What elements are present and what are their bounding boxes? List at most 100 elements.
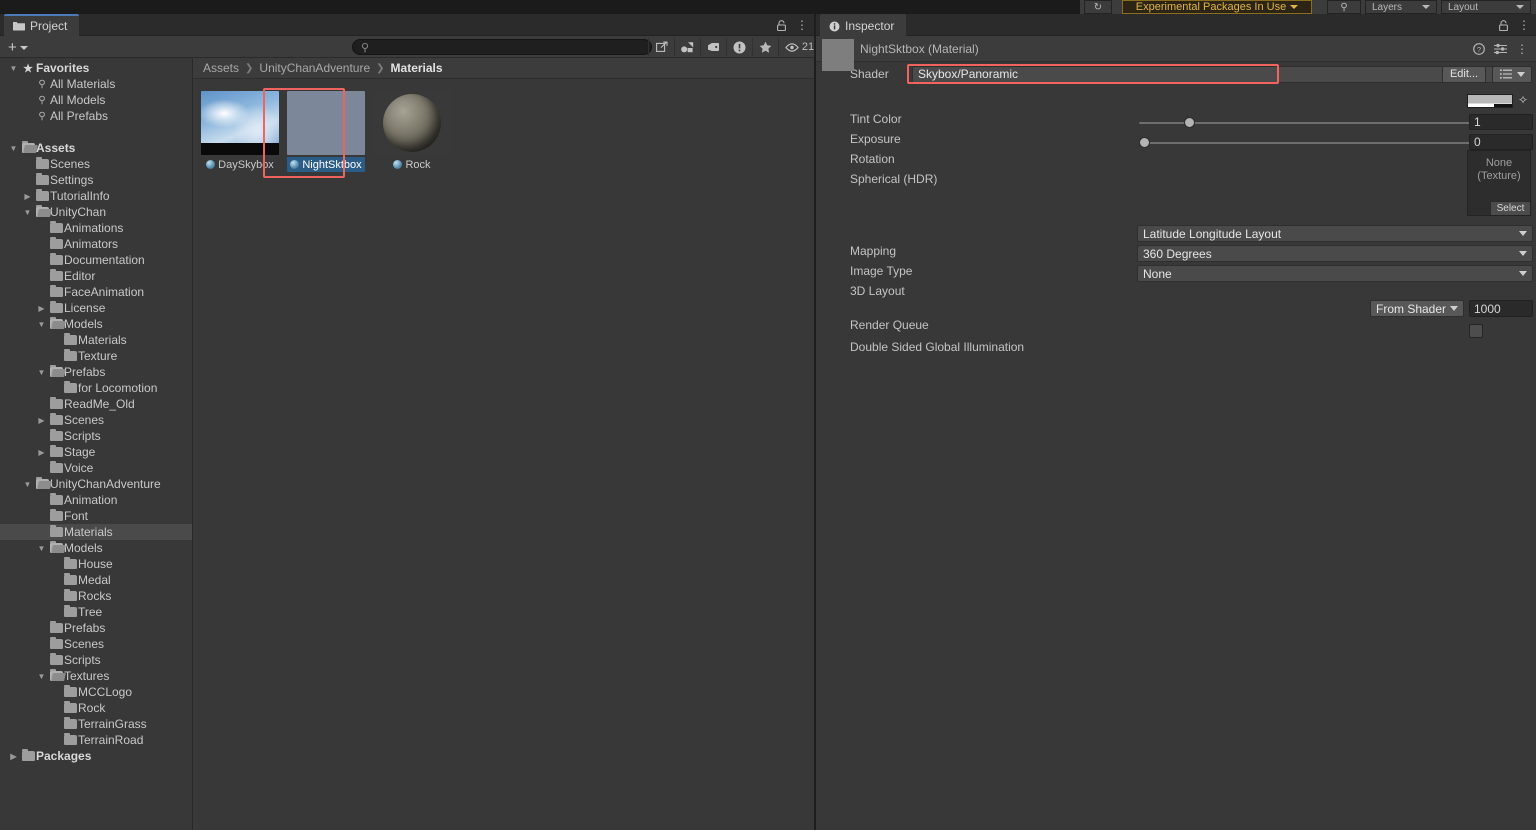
dependencies-icon[interactable] bbox=[674, 38, 700, 56]
chevron-right-icon[interactable] bbox=[35, 416, 48, 425]
shader-edit-button[interactable]: Edit... bbox=[1442, 66, 1486, 83]
tree-item-packages[interactable]: Packages bbox=[0, 748, 192, 764]
mapping-dropdown[interactable]: Latitude Longitude Layout bbox=[1137, 225, 1533, 242]
tree-item-font[interactable]: Font bbox=[0, 508, 192, 524]
open-in-window-icon[interactable] bbox=[648, 38, 674, 56]
rotation-slider-knob[interactable] bbox=[1139, 137, 1150, 148]
tree-item-texture[interactable]: Texture bbox=[0, 348, 192, 364]
tree-item-favorites[interactable]: ★Favorites bbox=[0, 60, 192, 76]
rotation-value-field[interactable]: 0 bbox=[1469, 134, 1533, 150]
tab-inspector[interactable]: Inspector bbox=[820, 14, 906, 36]
tree-item-animation[interactable]: Animation bbox=[0, 492, 192, 508]
warning-icon[interactable] bbox=[726, 38, 752, 56]
exposure-slider-knob[interactable] bbox=[1184, 117, 1195, 128]
asset-grid[interactable]: DaySkyboxNightSktboxRock bbox=[201, 86, 451, 172]
tree-item-scenes[interactable]: Scenes bbox=[0, 412, 192, 428]
tree-item-scripts[interactable]: Scripts bbox=[0, 652, 192, 668]
tree-item-models[interactable]: Models bbox=[0, 540, 192, 556]
tree-item-materials[interactable]: Materials bbox=[0, 524, 192, 540]
layout-dropdown[interactable]: Layout bbox=[1441, 0, 1531, 14]
layout-3d-dropdown[interactable]: None bbox=[1137, 265, 1533, 282]
chevron-right-icon[interactable] bbox=[35, 448, 48, 457]
chevron-down-icon[interactable] bbox=[35, 320, 48, 329]
tree-item-prefabs[interactable]: Prefabs bbox=[0, 620, 192, 636]
exposure-value-field[interactable]: 1 bbox=[1469, 114, 1533, 130]
tree-item-scenes[interactable]: Scenes bbox=[0, 156, 192, 172]
chevron-down-icon[interactable] bbox=[35, 672, 48, 681]
tree-item-settings[interactable]: Settings bbox=[0, 172, 192, 188]
kebab-menu-icon[interactable]: ⋮ bbox=[1516, 42, 1528, 56]
asset-item-nightsktbox[interactable]: NightSktbox bbox=[287, 86, 365, 172]
breadcrumb-item-unitychanadventure[interactable]: UnityChanAdventure bbox=[259, 61, 370, 75]
chevron-down-icon[interactable] bbox=[21, 480, 34, 489]
history-icon[interactable]: ↻ bbox=[1084, 0, 1112, 14]
tree-item-all-models[interactable]: ⚲All Models bbox=[0, 92, 192, 108]
tint-color-swatch[interactable] bbox=[1467, 94, 1513, 108]
chevron-right-icon[interactable] bbox=[21, 192, 34, 201]
tree-item-documentation[interactable]: Documentation bbox=[0, 252, 192, 268]
tree-item-stage[interactable]: Stage bbox=[0, 444, 192, 460]
project-folder-tree[interactable]: ★Favorites⚲All Materials⚲All Models⚲All … bbox=[0, 58, 193, 830]
create-asset-button[interactable]: + bbox=[8, 39, 28, 56]
lock-icon[interactable] bbox=[1499, 20, 1508, 31]
tree-item-tree[interactable]: Tree bbox=[0, 604, 192, 620]
tree-item-terrainroad[interactable]: TerrainRoad bbox=[0, 732, 192, 748]
chevron-down-icon[interactable] bbox=[21, 208, 34, 217]
preset-icon[interactable] bbox=[1494, 43, 1507, 55]
tree-item-rocks[interactable]: Rocks bbox=[0, 588, 192, 604]
breadcrumb-item-assets[interactable]: Assets bbox=[203, 61, 239, 75]
tree-item-prefabs[interactable]: Prefabs bbox=[0, 364, 192, 380]
asset-item-dayskybox[interactable]: DaySkybox bbox=[201, 86, 279, 172]
search-input[interactable]: ⚲ bbox=[352, 39, 652, 55]
exposure-slider[interactable] bbox=[1139, 113, 1499, 133]
tree-item-scripts[interactable]: Scripts bbox=[0, 428, 192, 444]
breadcrumb[interactable]: Assets❯UnityChanAdventure❯Materials bbox=[193, 58, 814, 79]
kebab-menu-icon[interactable]: ⋮ bbox=[796, 18, 808, 32]
tree-item-models[interactable]: Models bbox=[0, 316, 192, 332]
chevron-down-icon[interactable] bbox=[35, 368, 48, 377]
search-icon[interactable]: ⚲ bbox=[1327, 0, 1361, 14]
tree-item-terraingrass[interactable]: TerrainGrass bbox=[0, 716, 192, 732]
tree-item-voice[interactable]: Voice bbox=[0, 460, 192, 476]
experimental-packages-badge[interactable]: Experimental Packages In Use bbox=[1122, 0, 1312, 14]
label-tag-icon[interactable] bbox=[700, 38, 726, 56]
tree-item-license[interactable]: License bbox=[0, 300, 192, 316]
tree-item-materials[interactable]: Materials bbox=[0, 332, 192, 348]
tree-item-scenes[interactable]: Scenes bbox=[0, 636, 192, 652]
spherical-texture-slot[interactable]: None (Texture) Select bbox=[1467, 150, 1531, 216]
tree-item-rock[interactable]: Rock bbox=[0, 700, 192, 716]
tree-item-readme-old[interactable]: ReadMe_Old bbox=[0, 396, 192, 412]
tree-item-all-prefabs[interactable]: ⚲All Prefabs bbox=[0, 108, 192, 124]
layers-dropdown[interactable]: Layers bbox=[1365, 0, 1437, 14]
tree-item-assets[interactable]: Assets bbox=[0, 140, 192, 156]
chevron-right-icon[interactable] bbox=[35, 304, 48, 313]
lock-icon[interactable] bbox=[777, 20, 786, 31]
tree-item-tutorialinfo[interactable]: TutorialInfo bbox=[0, 188, 192, 204]
asset-item-rock[interactable]: Rock bbox=[373, 86, 451, 172]
tree-item-animations[interactable]: Animations bbox=[0, 220, 192, 236]
material-preview-thumbnail[interactable] bbox=[822, 39, 854, 71]
shader-menu-button[interactable] bbox=[1492, 66, 1532, 83]
breadcrumb-item-materials[interactable]: Materials bbox=[391, 61, 443, 75]
tree-item-house[interactable]: House bbox=[0, 556, 192, 572]
tree-item-medal[interactable]: Medal bbox=[0, 572, 192, 588]
tree-item-textures[interactable]: Textures bbox=[0, 668, 192, 684]
tab-project[interactable]: Project bbox=[4, 14, 79, 36]
double-sided-gi-checkbox[interactable] bbox=[1469, 324, 1483, 338]
eyedropper-icon[interactable]: ✧ bbox=[1518, 93, 1528, 107]
tree-item-animators[interactable]: Animators bbox=[0, 236, 192, 252]
image-type-dropdown[interactable]: 360 Degrees bbox=[1137, 245, 1533, 262]
tree-item-mcclogo[interactable]: MCCLogo bbox=[0, 684, 192, 700]
chevron-right-icon[interactable] bbox=[7, 752, 20, 761]
rotation-slider[interactable] bbox=[1139, 133, 1499, 153]
shader-dropdown[interactable]: Skybox/Panoramic bbox=[912, 66, 1532, 83]
kebab-menu-icon[interactable]: ⋮ bbox=[1518, 18, 1530, 32]
tree-item-unitychan[interactable]: UnityChan bbox=[0, 204, 192, 220]
chevron-down-icon[interactable] bbox=[7, 64, 20, 73]
help-icon[interactable]: ? bbox=[1473, 43, 1485, 55]
texture-select-button[interactable]: Select bbox=[1490, 201, 1530, 215]
tree-item-editor[interactable]: Editor bbox=[0, 268, 192, 284]
render-queue-value-field[interactable]: 1000 bbox=[1469, 300, 1533, 317]
render-queue-mode-dropdown[interactable]: From Shader bbox=[1370, 300, 1464, 317]
favorite-star-icon[interactable] bbox=[752, 38, 778, 56]
